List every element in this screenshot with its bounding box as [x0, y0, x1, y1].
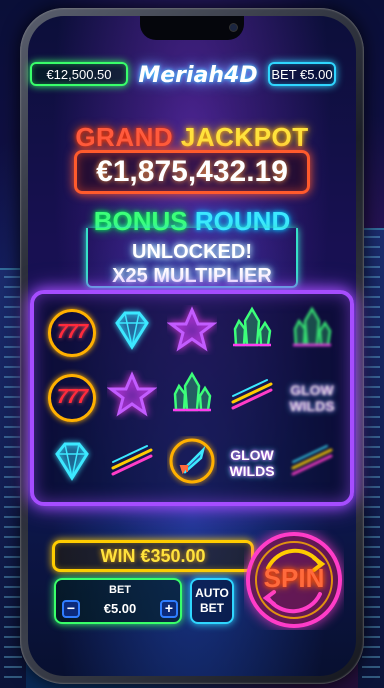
rocket-icon	[167, 436, 217, 491]
jackpot-title-jackpot: JACKPOT	[180, 122, 309, 152]
glow-wilds-line-2: WILDS	[289, 397, 335, 414]
win-display: WIN €350.00	[52, 540, 254, 572]
seven-icon: 777	[48, 308, 96, 357]
reel-grid: 777 777 GLOW WILDS GLOW WILDS	[30, 290, 354, 506]
balance-display: €12,500.50	[30, 62, 128, 86]
jackpot-title-grand: GRAND	[75, 122, 174, 152]
reel-cell	[222, 300, 282, 365]
reel-cell	[162, 300, 222, 365]
glow-wilds-line-1: GLOW	[290, 381, 334, 398]
reel-cell: GLOW WILDS	[282, 365, 342, 430]
seven-icon: 777	[48, 373, 96, 422]
bet-increase-button[interactable]: +	[160, 600, 178, 618]
reel-cell: GLOW WILDS	[222, 431, 282, 496]
jackpot-amount: €1,875,432.19	[74, 150, 310, 194]
bet-value: €5.00	[103, 601, 137, 616]
reel-cell	[162, 365, 222, 430]
star-icon	[166, 305, 218, 360]
reel-cell	[102, 300, 162, 365]
reel-cell	[222, 365, 282, 430]
reel-cell: 777	[42, 300, 102, 365]
star-icon	[106, 370, 158, 425]
auto-bet-label-1: AUTO	[195, 586, 229, 600]
crystal-icon	[227, 305, 277, 360]
diamond-icon	[47, 436, 97, 491]
streak-icon	[227, 370, 277, 425]
crystal-icon	[167, 370, 217, 425]
reel-cell	[42, 431, 102, 496]
bet-decrease-button[interactable]: −	[62, 600, 80, 618]
auto-bet-label-2: BET	[200, 601, 224, 615]
glow-wilds-line-2: WILDS	[229, 463, 275, 480]
glow-wilds-line-1: GLOW	[230, 447, 274, 464]
phone-notch	[140, 16, 244, 40]
camera-icon	[230, 24, 237, 31]
streak-icon	[107, 436, 157, 491]
reel-cell	[282, 431, 342, 496]
spin-label: SPIN	[263, 563, 325, 593]
bonus-multiplier: X25 MULTIPLIER	[112, 265, 272, 287]
game-logo: Meriah4D	[138, 63, 258, 88]
glow-wilds-icon: GLOW WILDS	[229, 447, 274, 479]
reel-cell: 777	[42, 365, 102, 430]
auto-bet-button[interactable]: AUTO BET	[190, 578, 234, 624]
bet-control: BET − €5.00 +	[54, 578, 182, 624]
streak-icon	[287, 436, 337, 491]
bonus-unlocked: UNLOCKED!	[132, 241, 252, 263]
bonus-banner: UNLOCKED! X25 MULTIPLIER	[86, 228, 298, 288]
diamond-icon	[107, 305, 157, 360]
bet-label: BET	[109, 584, 131, 596]
jackpot-title: GRAND JACKPOT	[60, 122, 324, 153]
reel-cell	[102, 365, 162, 430]
reel-cell	[282, 300, 342, 365]
reel-cell	[102, 431, 162, 496]
glow-wilds-icon: GLOW WILDS	[289, 382, 334, 414]
crystal-icon	[287, 305, 337, 360]
bet-display[interactable]: BET €5.00	[268, 62, 336, 86]
reel-cell	[162, 431, 222, 496]
